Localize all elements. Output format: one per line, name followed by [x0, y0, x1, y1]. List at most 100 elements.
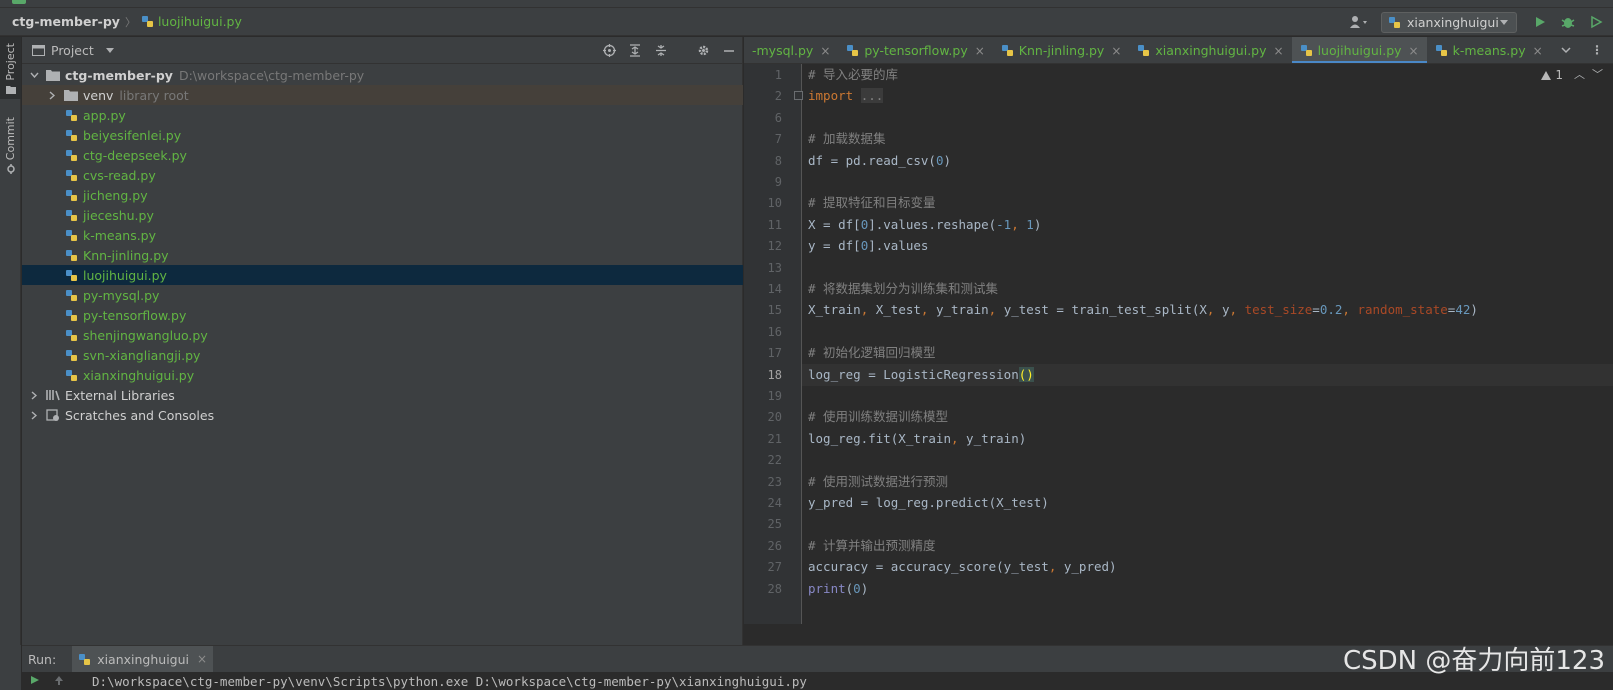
run-tab[interactable]: xianxinghuigui × [72, 645, 214, 673]
code-line[interactable]: # 使用测试数据进行预测 [808, 471, 948, 493]
collapse-all-icon[interactable] [648, 37, 674, 64]
tree-item-file[interactable]: jieceshu.py [22, 205, 743, 225]
code-line[interactable]: import ... [808, 85, 884, 107]
editor-tab[interactable]: -mysql.py × [744, 37, 838, 63]
tree-item-scratches[interactable]: Scratches and Consoles [22, 405, 743, 425]
code-line[interactable]: log_reg = LogisticRegression() [808, 364, 1034, 386]
more-icon[interactable]: ⋮ [1591, 43, 1603, 57]
line-number: 25 [767, 517, 782, 532]
inspection-widget[interactable]: 1 [1541, 68, 1563, 82]
editor-tabs: -mysql.py × py-tensorflow.py × Knn-jinling.p… [744, 37, 1613, 64]
tree-item-file-label: k-means.py [83, 227, 157, 243]
close-icon[interactable]: × [1409, 44, 1419, 58]
hide-panel-icon[interactable] [716, 37, 742, 64]
chevron-down-icon[interactable] [105, 47, 114, 53]
project-panel-title[interactable]: Project [51, 43, 94, 58]
code-line[interactable]: # 加载数据集 [808, 128, 886, 150]
line-number: 10 [767, 196, 782, 211]
chevron-down-icon[interactable] [1561, 43, 1571, 57]
code-line[interactable]: # 初始化逻辑回归模型 [808, 342, 936, 364]
chevron-up-icon[interactable]: ︿ [1574, 66, 1585, 82]
line-number: 18 [767, 367, 782, 382]
debug-button[interactable] [1557, 11, 1579, 33]
fold-icon[interactable] [794, 91, 803, 101]
editor-tab[interactable]: luojihuigui.py × [1291, 37, 1427, 63]
chevron-right-icon[interactable] [46, 89, 58, 101]
tree-item-file[interactable]: py-tensorflow.py [22, 305, 743, 325]
python-file-icon [1300, 44, 1313, 57]
python-file-icon [1001, 44, 1014, 57]
python-file-icon [1388, 16, 1401, 29]
code-line[interactable]: # 计算并输出预测精度 [808, 535, 936, 557]
tree-root[interactable]: ctg-member-py D:\workspace\ctg-member-py [22, 65, 743, 85]
tree-item-file-label: py-mysql.py [83, 287, 160, 303]
chevron-down-icon[interactable]: ﹀ [1592, 66, 1603, 82]
tree-item-file[interactable]: svn-xiangliangji.py [22, 345, 743, 365]
close-icon[interactable]: × [1111, 44, 1121, 58]
close-icon[interactable]: × [975, 44, 985, 58]
code-line[interactable]: accuracy = accuracy_score(y_test, y_pred… [808, 556, 1117, 578]
folder-icon [64, 90, 78, 101]
python-file-icon [65, 289, 78, 302]
tool-tab-project[interactable]: Project [0, 37, 21, 99]
editor-tab[interactable]: Knn-jinling.py × [993, 37, 1130, 63]
rerun-icon[interactable] [30, 674, 40, 688]
code-editor[interactable]: 1 2 6 7 8 9 10 11 12 13 14 15 16 17 18 19 20 21 22 23 24 25 26… [744, 64, 1613, 645]
code-line[interactable]: # 将数据集划分为训练集和测试集 [808, 278, 998, 300]
chevron-down-icon[interactable] [28, 69, 40, 81]
code-line[interactable]: log_reg.fit(X_train, y_train) [808, 428, 1026, 450]
chevron-right-icon[interactable] [28, 389, 40, 401]
run-configuration-select[interactable]: xianxinghuigui [1381, 11, 1517, 33]
code-line[interactable]: # 提取特征和目标变量 [808, 192, 936, 214]
code-line[interactable]: X_train, X_test, y_train, y_test = train… [808, 299, 1478, 321]
tree-item-file[interactable]: xianxinghuigui.py [22, 365, 743, 385]
tool-tab-commit-label: Commit [4, 117, 17, 161]
left-tool-strip: Project Commit [0, 37, 21, 645]
tree-item-file[interactable]: jicheng.py [22, 185, 743, 205]
tree-item-file[interactable]: shenjingwangluo.py [22, 325, 743, 345]
tree-item-file[interactable]: beiyesifenlei.py [22, 125, 743, 145]
editor-tab[interactable]: k-means.py × [1427, 37, 1551, 63]
tree-item-file[interactable]: ctg-deepseek.py [22, 145, 743, 165]
breadcrumb-project[interactable]: ctg-member-py [12, 14, 120, 29]
python-file-icon [65, 369, 78, 382]
python-file-icon [65, 309, 78, 322]
chevron-right-icon[interactable] [28, 409, 40, 421]
user-icon[interactable] [1349, 15, 1369, 29]
code-line[interactable]: y_pred = log_reg.predict(X_test) [808, 492, 1049, 514]
gear-icon[interactable] [690, 37, 716, 64]
tree-item-file[interactable]: luojihuigui.py [22, 265, 743, 285]
editor-tab[interactable]: py-tensorflow.py × [838, 37, 992, 63]
tree-item-external-libraries[interactable]: External Libraries [22, 385, 743, 405]
code-line[interactable]: # 使用训练数据训练模型 [808, 406, 948, 428]
run-tab-label: xianxinghuigui [97, 651, 190, 667]
python-file-icon [65, 129, 78, 142]
code-line[interactable]: y = df[0].values [808, 235, 928, 257]
code-line[interactable]: # 导入必要的库 [808, 64, 898, 86]
tree-item-external-libraries-label: External Libraries [65, 387, 175, 403]
tree-item-file[interactable]: k-means.py [22, 225, 743, 245]
breadcrumb-file[interactable]: luojihuigui.py [158, 14, 242, 29]
tree-item-file-label: cvs-read.py [83, 167, 156, 183]
code-line[interactable]: df = pd.read_csv(0) [808, 150, 951, 172]
arrow-up-icon[interactable] [54, 674, 64, 688]
coverage-button[interactable] [1585, 11, 1607, 33]
tree-item-venv[interactable]: venv library root [22, 85, 743, 105]
close-icon[interactable]: × [1533, 44, 1543, 58]
code-line[interactable]: print(0) [808, 578, 868, 600]
run-button[interactable] [1529, 11, 1551, 33]
code-line[interactable]: X = df[0].values.reshape(-1, 1) [808, 214, 1041, 236]
tool-tab-commit[interactable]: Commit [0, 117, 21, 179]
expand-all-icon[interactable] [622, 37, 648, 64]
locate-icon[interactable] [596, 37, 622, 64]
close-icon[interactable]: × [1274, 44, 1284, 58]
close-icon[interactable]: × [197, 652, 207, 666]
close-icon[interactable]: × [820, 44, 830, 58]
editor-tab[interactable]: xianxinghuigui.py × [1129, 37, 1291, 63]
tree-item-venv-label: venv [83, 87, 114, 103]
tree-item-file[interactable]: cvs-read.py [22, 165, 743, 185]
tree-item-file[interactable]: py-mysql.py [22, 285, 743, 305]
tree-item-file[interactable]: Knn-jinling.py [22, 245, 743, 265]
tree-item-file[interactable]: app.py [22, 105, 743, 125]
left-tool-strip-bottom [0, 645, 21, 690]
